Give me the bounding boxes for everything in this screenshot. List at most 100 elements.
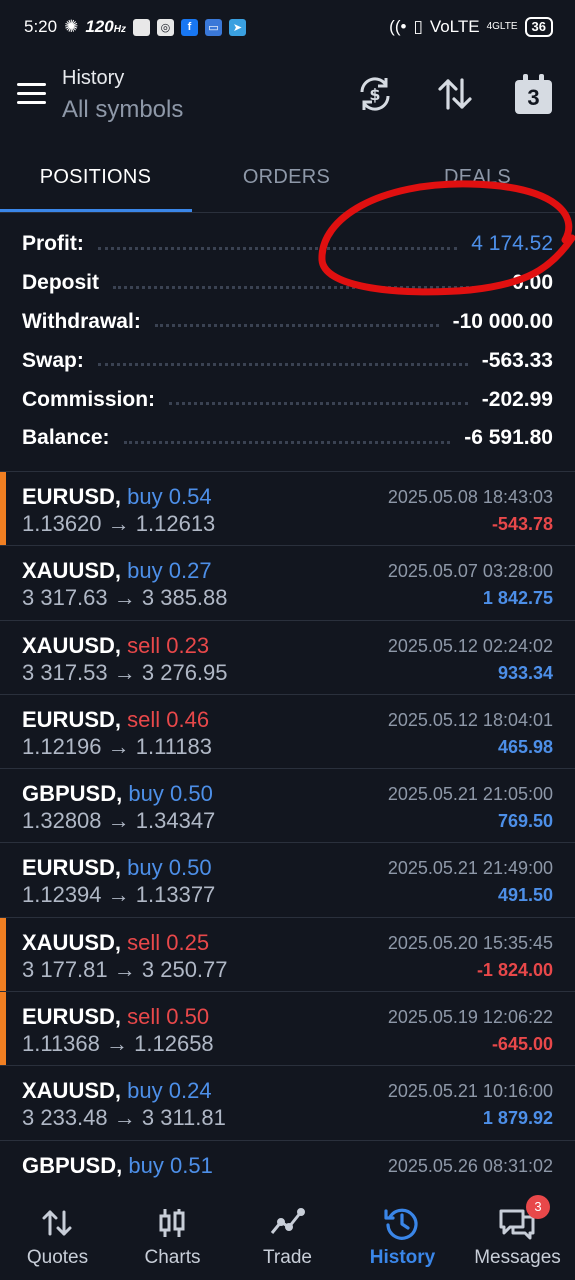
deal-side: buy xyxy=(128,1152,164,1178)
deal-row[interactable]: XAUUSD, sell 0.23 3 317.53 → 3 276.95 20… xyxy=(0,621,575,695)
nav-charts[interactable]: Charts xyxy=(115,1183,230,1280)
summary-row-commission: Commission: -202.99 xyxy=(22,387,553,411)
deal-side: buy xyxy=(127,1078,163,1104)
open-price: 1.13620 xyxy=(22,511,102,536)
open-price: 1.11368 xyxy=(22,1031,100,1057)
deal-row[interactable]: XAUUSD, buy 0.24 3 233.48 → 3 311.81 202… xyxy=(0,1066,575,1141)
deal-time: 2025.05.21 10:16:00 xyxy=(387,1081,553,1102)
deal-time: 2025.05.26 08:31:02 xyxy=(387,1155,553,1176)
vibrate-icon: ▯ xyxy=(413,17,423,36)
refresh-rate: 120Hz xyxy=(85,17,126,36)
balance-value: -6 591.80 xyxy=(464,426,553,450)
summary-row-profit: Profit: 4 174.52 xyxy=(22,232,553,256)
deal-time: 2025.05.21 21:05:00 xyxy=(387,784,553,805)
trade-icon xyxy=(267,1203,307,1243)
close-price: 3 276.95 xyxy=(141,659,228,685)
deal-row[interactable]: GBPUSD, buy 0.50 1.32808 → 1.34347 2025.… xyxy=(0,769,575,844)
deal-volume: 0.24 xyxy=(168,1078,212,1104)
deal-side: buy xyxy=(128,781,164,807)
deal-row[interactable]: EURUSD, sell 0.46 1.12196 → 1.11183 2025… xyxy=(0,695,575,770)
deal-symbol: XAUUSD, xyxy=(22,1078,122,1104)
deal-volume: 0.25 xyxy=(166,929,210,955)
summary-row-withdrawal: Withdrawal: -10 000.00 xyxy=(22,309,553,333)
deal-time: 2025.05.21 21:49:00 xyxy=(387,858,553,879)
deal-profit: 769.50 xyxy=(497,811,553,832)
currency-exchange-icon[interactable]: $ xyxy=(355,74,395,114)
open-price: 3 233.48 xyxy=(22,1105,108,1131)
deal-volume: 0.50 xyxy=(166,1004,210,1030)
pinwheel-icon: ✺ xyxy=(64,17,79,36)
tab-orders[interactable]: ORDERS xyxy=(191,150,382,212)
deal-row[interactable]: XAUUSD, sell 0.25 3 177.81 → 3 250.77 20… xyxy=(0,917,575,993)
deal-time: 2025.05.12 02:24:02 xyxy=(387,635,553,656)
menu-icon[interactable] xyxy=(17,83,46,105)
deal-row[interactable]: EURUSD, buy 0.54 1.13620 → 1.12613 2025.… xyxy=(0,472,575,547)
hotspot-icon: ((• xyxy=(389,17,407,36)
close-price: 1.11183 xyxy=(135,733,213,759)
deal-volume: 0.23 xyxy=(166,632,210,658)
battery-indicator: 36 xyxy=(524,17,553,37)
nav-messages[interactable]: 3 Messages xyxy=(460,1183,575,1280)
deal-symbol: EURUSD, xyxy=(22,855,122,881)
summary-row-deposit: Deposit 0.00 xyxy=(22,271,553,295)
deal-profit: 933.34 xyxy=(497,662,553,683)
deal-side: buy xyxy=(127,558,163,584)
status-time: 5:20 xyxy=(24,17,58,36)
deal-volume: 0.50 xyxy=(169,781,213,807)
symbol-filter[interactable]: All symbols xyxy=(62,96,183,124)
deal-profit: -543.78 xyxy=(491,514,553,534)
close-price: 3 311.81 xyxy=(141,1105,226,1131)
quotes-icon xyxy=(37,1203,77,1243)
deal-symbol: GBPUSD, xyxy=(22,1152,123,1178)
facebook-icon: f xyxy=(180,18,198,36)
deal-profit: 1 879.92 xyxy=(482,1108,553,1129)
app-header: History All symbols $ 3 xyxy=(0,58,575,132)
deal-row[interactable]: GBPUSD, buy 0.51 2025.05.26 08:31:02 xyxy=(0,1141,575,1182)
deal-volume: 0.27 xyxy=(168,558,212,584)
deal-side: buy xyxy=(127,855,163,881)
open-price: 1.12394 xyxy=(22,882,102,908)
account-summary: Profit: 4 174.52 Deposit 0.00 Withdrawal… xyxy=(0,225,575,458)
history-icon xyxy=(382,1203,422,1243)
deal-symbol: XAUUSD, xyxy=(22,929,122,955)
deal-volume: 0.54 xyxy=(168,484,212,509)
close-price: 3 250.77 xyxy=(141,956,228,982)
page-title: History xyxy=(62,67,125,89)
nav-trade[interactable]: Trade xyxy=(230,1183,345,1280)
open-price: 3 177.81 xyxy=(22,956,108,982)
svg-text:$: $ xyxy=(369,85,380,104)
notification-app-icon: ◎ xyxy=(156,18,174,36)
deal-symbol: GBPUSD, xyxy=(22,781,123,807)
tab-deals[interactable]: DEALS xyxy=(382,150,573,212)
deal-symbol: XAUUSD, xyxy=(22,632,122,658)
deal-row[interactable]: EURUSD, buy 0.50 1.12394 → 1.13377 2025.… xyxy=(0,843,575,918)
status-bar: 5:20 ✺ 120Hz ◎ f ▭ ➤ ((• ▯ VoLTE 4GLTE 3… xyxy=(0,0,575,54)
deal-profit: 491.50 xyxy=(497,885,553,906)
deal-profit: 465.98 xyxy=(497,736,553,757)
deal-time: 2025.05.20 15:35:45 xyxy=(387,932,553,953)
deal-row[interactable]: EURUSD, sell 0.50 1.11368 → 1.12658 2025… xyxy=(0,992,575,1067)
deal-volume: 0.46 xyxy=(166,706,210,732)
nav-quotes[interactable]: Quotes xyxy=(0,1183,115,1280)
row-marker xyxy=(0,472,6,545)
open-price: 3 317.63 xyxy=(22,585,108,611)
deal-time: 2025.05.19 12:06:22 xyxy=(387,1007,553,1028)
close-price: 1.34347 xyxy=(135,808,216,834)
tab-positions[interactable]: POSITIONS xyxy=(0,150,191,212)
calendar-icon[interactable]: 3 xyxy=(515,74,552,114)
deal-side: buy xyxy=(127,484,163,509)
sort-icon[interactable] xyxy=(435,74,475,114)
commission-value: -202.99 xyxy=(481,387,553,411)
summary-row-swap: Swap: -563.33 xyxy=(22,348,553,372)
deal-row[interactable]: XAUUSD, buy 0.27 3 317.63 → 3 385.88 202… xyxy=(0,546,575,621)
close-price: 1.12613 xyxy=(135,511,216,536)
deal-symbol: EURUSD, xyxy=(22,1004,122,1030)
swap-value: -563.33 xyxy=(481,348,553,372)
summary-row-balance: Balance: -6 591.80 xyxy=(22,426,553,450)
tab-bar: POSITIONS ORDERS DEALS xyxy=(0,150,575,212)
nav-history[interactable]: History xyxy=(345,1183,460,1280)
telegram-icon: ➤ xyxy=(228,18,246,36)
withdrawal-value: -10 000.00 xyxy=(452,309,553,333)
deposit-value: 0.00 xyxy=(512,271,553,295)
open-price: 1.12196 xyxy=(22,733,102,759)
